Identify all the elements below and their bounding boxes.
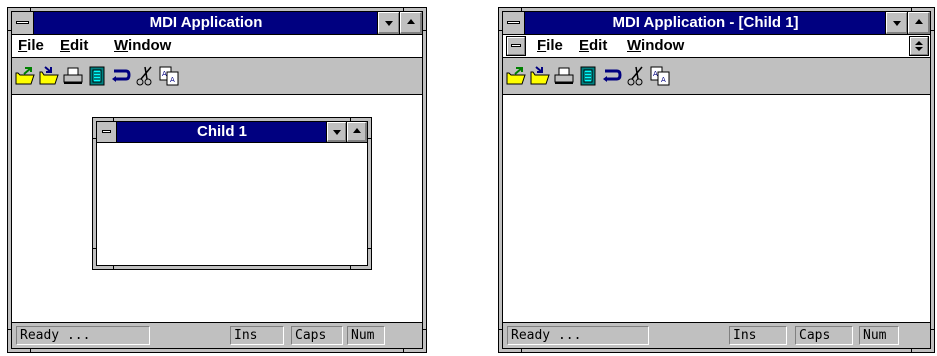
mdi-client-area[interactable]: Child 1: [12, 95, 422, 323]
svg-text:A: A: [653, 70, 658, 78]
menu-bar: File Edit Window: [503, 35, 930, 58]
minimize-icon: [385, 21, 393, 26]
status-bar: Ready ... Ins Caps Num: [503, 322, 930, 348]
toolbar: AA: [503, 58, 930, 95]
maximized-child-client-area[interactable]: [503, 95, 930, 323]
status-num: Num: [859, 326, 899, 345]
child-maximize-button[interactable]: [346, 121, 368, 143]
document-icon[interactable]: [578, 66, 598, 86]
status-num: Num: [347, 326, 385, 345]
print-icon[interactable]: [63, 66, 83, 86]
child-restore-button[interactable]: [909, 36, 929, 56]
new-folder-icon[interactable]: [506, 66, 526, 86]
status-caps: Caps: [795, 326, 853, 345]
system-menu-button[interactable]: [12, 12, 34, 34]
document-icon[interactable]: [87, 66, 107, 86]
child-client-area[interactable]: [97, 143, 367, 265]
menu-bar: File Edit Window: [12, 35, 422, 58]
redo-arrow-icon[interactable]: [111, 66, 131, 86]
minimize-button[interactable]: [885, 11, 909, 35]
toolbar: AA: [12, 58, 422, 95]
redo-arrow-icon[interactable]: [602, 66, 622, 86]
title-bar[interactable]: MDI Application: [12, 11, 423, 35]
status-bar: Ready ... Ins Caps Num: [12, 322, 422, 348]
menu-window[interactable]: Window: [627, 35, 684, 57]
menu-window[interactable]: Window: [114, 35, 171, 57]
maximize-button[interactable]: [399, 11, 423, 35]
window-title: MDI Application: [149, 14, 263, 31]
menu-edit[interactable]: Edit: [579, 35, 607, 57]
title-bar[interactable]: MDI Application - [Child 1]: [503, 11, 931, 35]
system-menu-icon: [102, 130, 111, 133]
status-message: Ready ...: [16, 326, 150, 345]
maximize-icon: [915, 19, 923, 24]
menu-edit[interactable]: Edit: [60, 35, 88, 57]
svg-text:A: A: [162, 70, 167, 78]
copy-icon[interactable]: AA: [650, 66, 670, 86]
restore-icon: [915, 41, 923, 51]
status-ins: Ins: [230, 326, 284, 345]
mdi-window-left: MDI Application File Edit Window A A Chi…: [7, 7, 427, 353]
child-minimize-button[interactable]: [326, 121, 348, 143]
minimize-button[interactable]: [377, 11, 401, 35]
child-title-bar[interactable]: Child 1: [97, 121, 368, 143]
new-folder-icon[interactable]: [15, 66, 35, 86]
status-caps: Caps: [291, 326, 343, 345]
system-menu-button[interactable]: [503, 12, 525, 34]
status-message: Ready ...: [507, 326, 649, 345]
svg-text:A: A: [170, 76, 175, 84]
status-ins: Ins: [729, 326, 787, 345]
child-system-menu-button[interactable]: [506, 36, 526, 56]
system-menu-icon: [511, 44, 521, 47]
minimize-icon: [333, 130, 341, 135]
copy-icon[interactable]: AA: [159, 66, 179, 86]
maximize-button[interactable]: [907, 11, 931, 35]
mdi-window-right: MDI Application - [Child 1] File Edit Wi…: [498, 7, 935, 353]
cut-scissors-icon[interactable]: [135, 66, 155, 86]
system-menu-icon: [16, 21, 29, 24]
child-title: Child 1: [196, 123, 247, 140]
child-system-menu-button[interactable]: [97, 122, 117, 142]
menu-file[interactable]: File: [18, 35, 44, 57]
cut-scissors-icon[interactable]: [626, 66, 646, 86]
child-window[interactable]: Child 1: [92, 117, 372, 270]
print-icon[interactable]: [554, 66, 574, 86]
open-folder-icon[interactable]: [530, 66, 550, 86]
menu-file[interactable]: File: [537, 35, 563, 57]
svg-text:A: A: [661, 76, 666, 84]
minimize-icon: [893, 21, 901, 26]
maximize-icon: [407, 19, 415, 24]
open-folder-icon[interactable]: [39, 66, 59, 86]
window-title: MDI Application - [Child 1]: [612, 14, 799, 31]
system-menu-icon: [507, 21, 520, 24]
maximize-icon: [353, 128, 361, 133]
